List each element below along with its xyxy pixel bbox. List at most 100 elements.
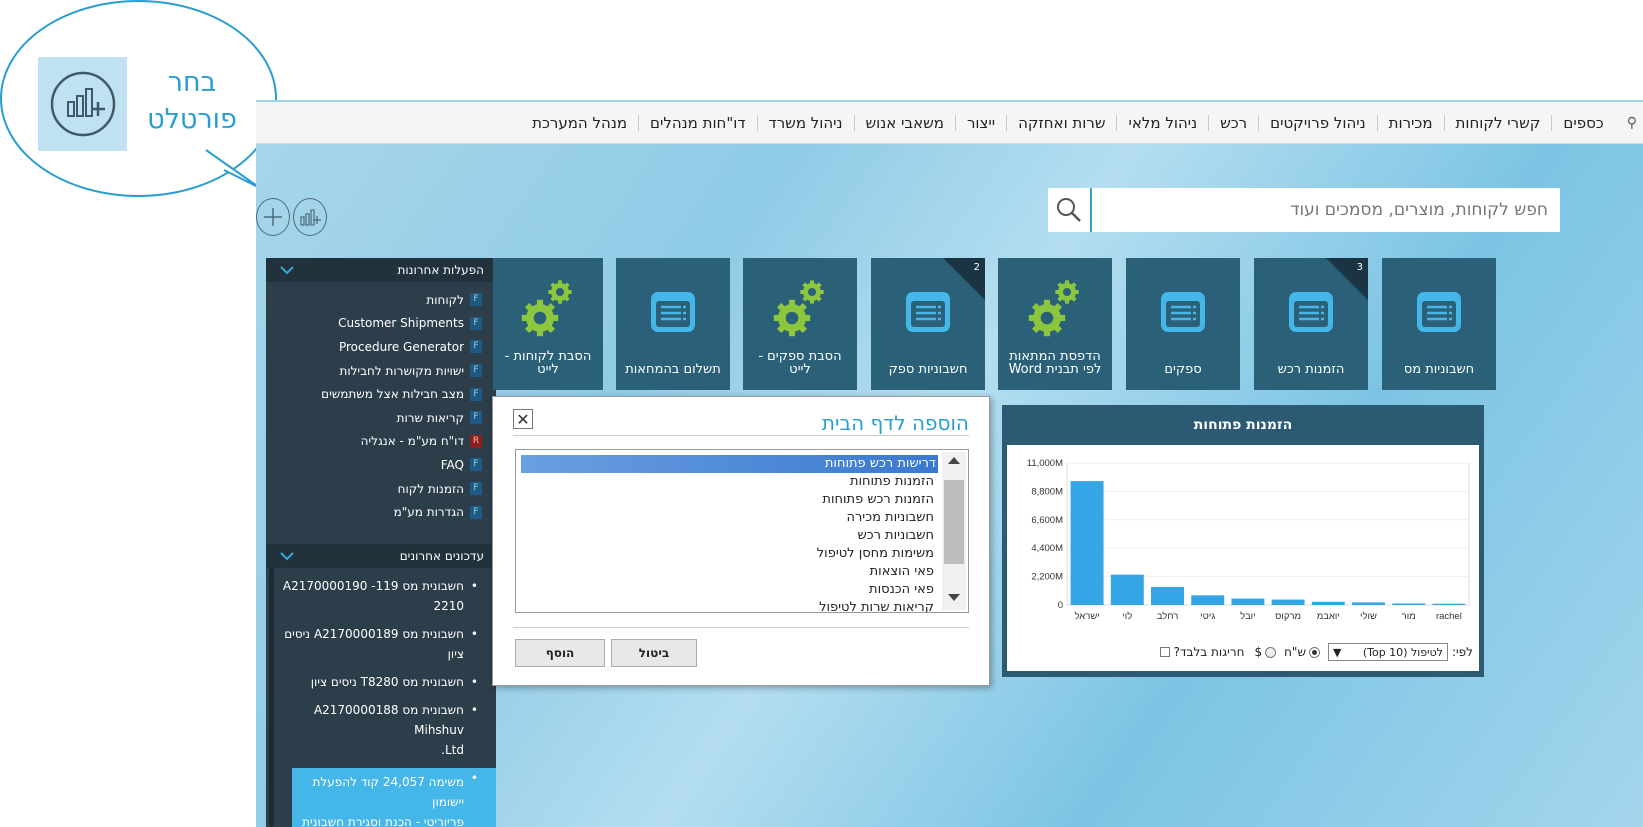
recent-action-label: Customer Shipments — [338, 316, 464, 331]
nav-item[interactable]: ניהול פרויקטים — [1258, 114, 1377, 131]
radio-shekel[interactable]: ש"ח — [1284, 645, 1320, 659]
bar[interactable] — [1151, 586, 1184, 605]
update-line-2: פריוריטי - הכנת וסגירת חשבונית — [302, 815, 464, 827]
listbox-item[interactable]: פאי הוצאות — [548, 563, 938, 581]
listbox-item[interactable]: קריאות שרות לטיפול — [548, 599, 938, 612]
add-button[interactable] — [256, 198, 290, 236]
nav-item[interactable]: ייצור — [954, 114, 1006, 131]
x-tick-label: יובל — [1240, 610, 1255, 622]
tile[interactable]: 2 חשבוניות ספק — [871, 258, 985, 390]
bar[interactable] — [1110, 574, 1144, 605]
recent-action-label: הגדרות מע"מ — [393, 505, 464, 520]
recent-update-item[interactable]: • חשבונית מס T8280 ניסים ציון — [266, 672, 496, 692]
nav-item[interactable]: כספים — [1551, 114, 1614, 131]
listbox-item[interactable]: חשבוניות מכירה — [548, 509, 938, 527]
listbox-items: דרישות רכש פתוחות הזמנות פתוחות הזמנות רכש… — [516, 450, 968, 612]
nav-item[interactable]: שרות ואחזקה — [1006, 114, 1116, 131]
chevron-down-icon[interactable] — [280, 551, 294, 561]
recent-action-item[interactable]: F קריאות שרות — [278, 406, 482, 430]
recent-action-item[interactable]: F לקוחות — [278, 288, 482, 312]
document-list-icon — [1126, 288, 1240, 336]
bar[interactable] — [1352, 602, 1385, 605]
recent-action-item[interactable]: F Procedure Generator — [278, 335, 482, 359]
scroll-up-icon[interactable] — [942, 452, 966, 468]
recent-update-item[interactable]: • חשבונית מס A2170000188 Mihshuv Ltd. — [266, 700, 496, 760]
tile-count: 3 — [1356, 262, 1363, 273]
recent-action-label: הזמנות לקוח — [397, 481, 464, 496]
tile-label: חשבוניות ספק — [888, 362, 968, 377]
recent-action-item[interactable]: F ישויות מקושרות לחבילות — [278, 359, 482, 383]
radio-dollar[interactable]: $ — [1254, 645, 1277, 659]
search-icon[interactable] — [1048, 188, 1092, 232]
tile[interactable]: תשלום בהמחאות — [616, 258, 730, 390]
add-button[interactable]: הוסף — [515, 639, 605, 667]
recent-action-item[interactable]: F Customer Shipments — [278, 312, 482, 336]
search-input[interactable] — [1092, 188, 1560, 232]
listbox-scrollbar[interactable] — [942, 452, 966, 610]
nav-item[interactable]: מכירות — [1376, 114, 1444, 131]
nav-item[interactable]: משאבי אנוש — [853, 114, 955, 131]
recent-action-label: ישויות מקושרות לחבילות — [339, 363, 464, 378]
tile[interactable]: 3 הזמנות רכש — [1254, 258, 1368, 390]
recent-update-item[interactable]: • חשבונית מס 119- A2170000190 2210 — [266, 576, 496, 616]
tile[interactable]: הדפסת המתאות לפי תבנית Word — [998, 258, 1112, 390]
listbox-item[interactable]: משימות מחסן לטיפול — [548, 545, 938, 563]
nav-item[interactable]: ניהול משרד — [756, 114, 854, 131]
chart-controls: לפי: לטיפול (Top 10) ▼ ש"ח $ חריגות בלבד… — [1007, 637, 1479, 667]
recent-action-label: דו"ח מע"מ - אנגליה — [360, 434, 464, 449]
add-portlet-button[interactable] — [293, 198, 327, 236]
callout-text: בחר פורטלט — [142, 64, 242, 138]
nav-item[interactable]: מנהל המערכת — [521, 115, 638, 131]
listbox-item[interactable]: דרישות רכש פתוחות — [521, 455, 938, 473]
bar[interactable] — [1191, 595, 1225, 605]
nav-item[interactable]: דו"חות מנהלים — [638, 114, 757, 131]
tile-label: הסבת ספקים - לייט — [758, 349, 842, 377]
recent-action-item[interactable]: F הזמנות לקוח — [278, 477, 482, 501]
tile[interactable]: הסבת ספקים - לייט — [743, 258, 857, 390]
bar[interactable] — [1271, 599, 1305, 605]
close-button[interactable]: ✕ — [513, 409, 533, 429]
chevron-down-icon[interactable] — [280, 265, 294, 275]
portlet-listbox[interactable]: דרישות רכש פתוחות הזמנות פתוחות הזמנות רכש… — [515, 449, 969, 613]
close-icon: ✕ — [516, 409, 530, 429]
bar[interactable] — [1392, 603, 1426, 605]
bullet-icon: • — [470, 675, 478, 689]
bar[interactable] — [1432, 603, 1466, 605]
chart-body: 0 2,200M 4,400M 6,600M 8,800M 11,000M ישראל לוי… — [1007, 445, 1479, 671]
add-portlet-icon — [38, 57, 127, 151]
recent-action-item[interactable]: F מצב חבילות אצל משתמשים — [278, 382, 482, 406]
exceptions-checkbox[interactable]: חריגות בלבד? — [1159, 645, 1244, 659]
nav-item[interactable]: קשרי לקוחות — [1443, 114, 1552, 131]
scroll-down-icon[interactable] — [942, 590, 966, 606]
cancel-button[interactable]: ביטול — [611, 639, 697, 667]
nav-item[interactable]: רכש — [1208, 114, 1258, 131]
recent-updates-header[interactable]: עדכונים אחרונים — [266, 544, 496, 568]
recent-action-item[interactable]: F הגדרות מע"מ — [278, 500, 482, 524]
form-type-badge: F — [470, 293, 482, 307]
update-line-1: חשבונית מס 119- A2170000190 — [282, 579, 464, 593]
listbox-item[interactable]: הזמנות רכש פתוחות — [548, 491, 938, 509]
search-icon[interactable]: ⚲ — [1627, 115, 1637, 131]
x-tick-label: לוי — [1122, 610, 1132, 622]
bar[interactable] — [1231, 598, 1265, 605]
top10-select[interactable]: לטיפול (Top 10) ▼ — [1327, 643, 1448, 661]
recent-action-item[interactable]: R דו"ח מע"מ - אנגליה — [278, 430, 482, 454]
recent-actions-header[interactable]: הפעלות אחרונות — [266, 258, 496, 282]
y-tick-label: 6,600M — [1031, 515, 1063, 526]
tile[interactable]: חשבוניות מס — [1382, 258, 1496, 390]
recent-update-item[interactable]: • משימה 24,057 קוד להפעלת יישומון פריוריטי… — [292, 768, 496, 827]
scroll-thumb[interactable] — [944, 480, 964, 564]
tile[interactable]: ספקים — [1126, 258, 1240, 390]
recent-action-item[interactable]: F FAQ — [278, 453, 482, 477]
tile[interactable]: הסבת לקוחות - לייט — [493, 258, 603, 390]
listbox-item[interactable]: פאי הכנסות — [548, 581, 938, 599]
tile-label: תשלום בהמחאות — [625, 362, 721, 377]
bar[interactable] — [1070, 481, 1104, 605]
listbox-item[interactable]: חשבוניות רכש — [548, 527, 938, 545]
listbox-item[interactable]: הזמנות פתוחות — [548, 473, 938, 491]
nav-item[interactable]: ניהול מלאי — [1116, 114, 1208, 131]
tile-label: חשבוניות מס — [1403, 362, 1475, 377]
bar[interactable] — [1311, 601, 1345, 605]
recent-update-item[interactable]: • חשבונית מס A2170000189 ניסים ציון — [266, 624, 496, 664]
dialog-divider — [513, 627, 969, 628]
